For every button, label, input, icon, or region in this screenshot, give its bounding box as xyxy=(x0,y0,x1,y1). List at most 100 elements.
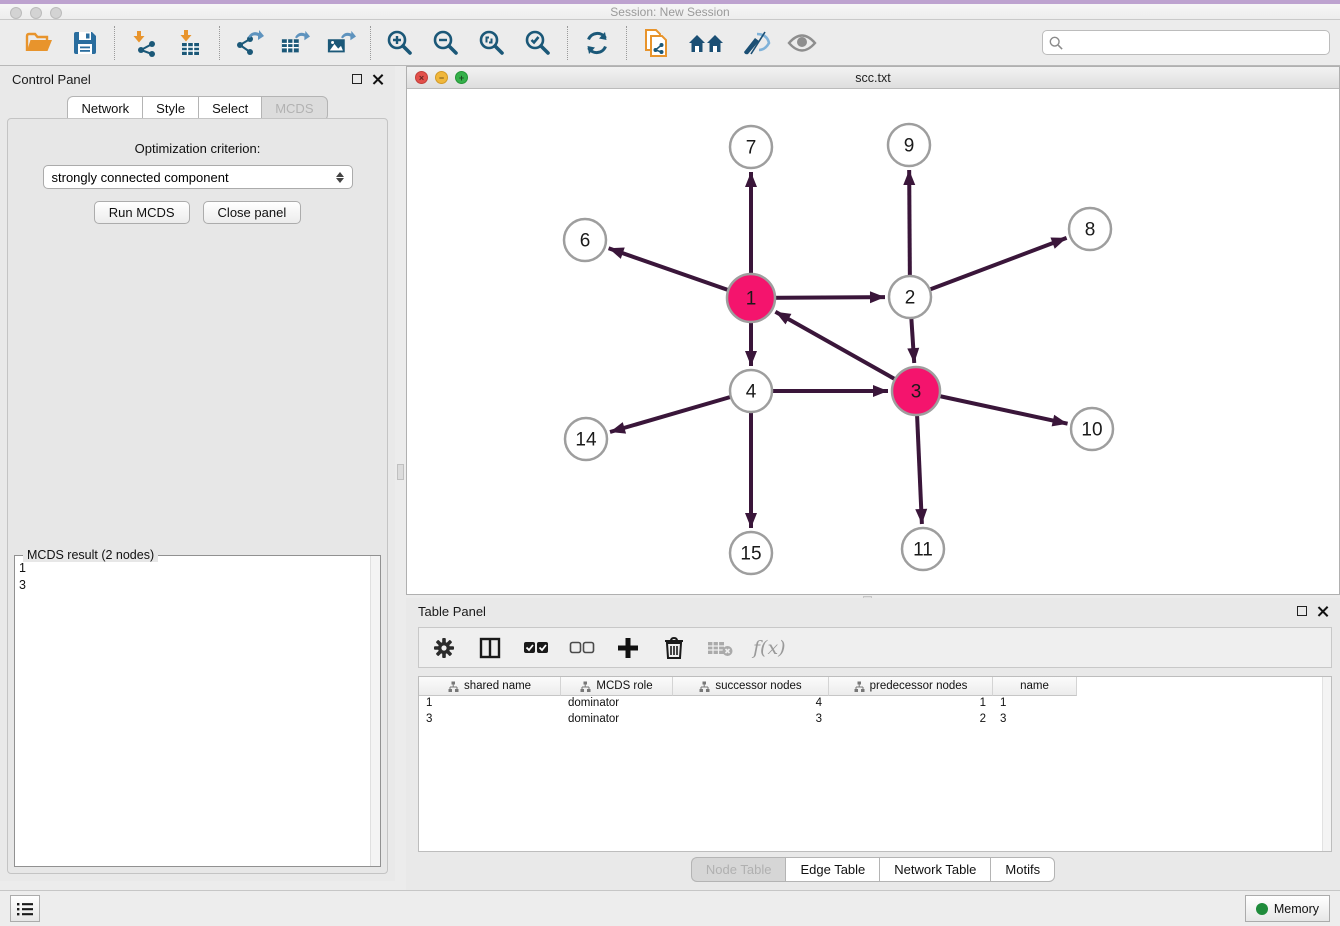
import-network-button[interactable] xyxy=(129,28,159,58)
main-toolbar xyxy=(0,20,1340,66)
hierarchy-icon xyxy=(854,681,865,692)
table-tabs: Node TableEdge TableNetwork TableMotifs xyxy=(406,857,1340,882)
graph-node-1[interactable]: 1 xyxy=(727,274,775,322)
birds-eye-view-button[interactable] xyxy=(787,28,817,58)
svg-text:11: 11 xyxy=(913,540,933,561)
gear-icon xyxy=(433,637,455,659)
table-cell[interactable]: 3 xyxy=(673,712,829,728)
svg-text:14: 14 xyxy=(575,430,597,451)
svg-text:9: 9 xyxy=(904,136,915,157)
svg-text:6: 6 xyxy=(580,231,591,252)
search-input[interactable] xyxy=(1067,36,1323,50)
float-table-panel-icon[interactable] xyxy=(1297,606,1307,616)
table-cell[interactable]: 4 xyxy=(673,696,829,712)
column-header-MCDS-role[interactable]: MCDS role xyxy=(561,677,673,696)
table-cell[interactable]: 1 xyxy=(993,696,1077,712)
select-all-columns-button[interactable] xyxy=(523,635,549,661)
show-graphics-details-button[interactable] xyxy=(741,28,771,58)
export-image-icon xyxy=(326,29,356,57)
tab-motifs[interactable]: Motifs xyxy=(990,857,1055,882)
column-header-predecessor-nodes[interactable]: predecessor nodes xyxy=(829,677,993,696)
table-toolbar: f(x) xyxy=(418,627,1332,668)
network-overview-button[interactable] xyxy=(687,28,725,58)
graph-node-4[interactable]: 4 xyxy=(730,370,772,412)
import-table-icon xyxy=(176,29,204,57)
table-cell[interactable]: dominator xyxy=(561,696,673,712)
panel-splitter[interactable] xyxy=(395,66,406,890)
graph-node-8[interactable]: 8 xyxy=(1069,208,1111,250)
column-header-successor-nodes[interactable]: successor nodes xyxy=(673,677,829,696)
close-panel-button[interactable]: Close panel xyxy=(203,201,302,224)
table-header-row: shared nameMCDS rolesuccessor nodesprede… xyxy=(419,677,1331,696)
network-window-titlebar[interactable]: × − + scc.txt xyxy=(407,67,1339,89)
table-cell[interactable]: 1 xyxy=(419,696,561,712)
table-cell[interactable]: 3 xyxy=(419,712,561,728)
graph-node-9[interactable]: 9 xyxy=(888,124,930,166)
table-cell[interactable]: 1 xyxy=(829,696,993,712)
close-table-panel-icon[interactable] xyxy=(1317,606,1328,617)
zoom-selected-button[interactable] xyxy=(523,28,553,58)
show-panels-menu-button[interactable] xyxy=(10,895,40,922)
network-graph[interactable]: 7 9 6 8 1 2 4 3 14 10 15 11 xyxy=(407,89,1339,594)
close-panel-icon[interactable] xyxy=(372,74,383,85)
tab-network-table[interactable]: Network Table xyxy=(879,857,990,882)
run-mcds-button[interactable]: Run MCDS xyxy=(94,201,190,224)
add-row-button[interactable] xyxy=(615,635,641,661)
table-cell[interactable]: 3 xyxy=(993,712,1077,728)
memory-label: Memory xyxy=(1274,902,1319,916)
graph-node-11[interactable]: 11 xyxy=(902,528,944,570)
delete-row-button[interactable] xyxy=(661,635,687,661)
clone-network-button[interactable] xyxy=(641,28,671,58)
table-cell[interactable]: dominator xyxy=(561,712,673,728)
open-folder-icon xyxy=(25,30,53,56)
column-header-name[interactable]: name xyxy=(993,677,1077,696)
result-scrollbar[interactable] xyxy=(370,556,380,866)
network-canvas[interactable]: 7 9 6 8 1 2 4 3 14 10 15 11 xyxy=(407,89,1339,594)
table-row[interactable]: 1dominator411 xyxy=(419,696,1331,712)
control-panel: Control Panel NetworkStyleSelectMCDS Opt… xyxy=(0,66,395,881)
graphics-details-icon xyxy=(741,30,771,56)
column-header-shared-name[interactable]: shared name xyxy=(419,677,561,696)
table-scrollbar[interactable] xyxy=(1322,677,1331,851)
edge-2-8[interactable] xyxy=(910,238,1067,297)
export-network-button[interactable] xyxy=(234,28,264,58)
eye-icon xyxy=(787,32,817,54)
graph-node-7[interactable]: 7 xyxy=(730,126,772,168)
open-session-button[interactable] xyxy=(24,28,54,58)
save-floppy-icon xyxy=(72,30,98,56)
refresh-view-button[interactable] xyxy=(582,28,612,58)
table-cell[interactable]: 2 xyxy=(829,712,993,728)
splitter-grip[interactable] xyxy=(397,464,404,480)
svg-text:10: 10 xyxy=(1081,420,1102,441)
search-box[interactable] xyxy=(1042,30,1330,55)
table-panel-title: Table Panel xyxy=(418,604,486,619)
memory-button[interactable]: Memory xyxy=(1245,895,1330,922)
import-table-button[interactable] xyxy=(175,28,205,58)
graph-node-14[interactable]: 14 xyxy=(565,418,607,460)
unselect-all-columns-button[interactable] xyxy=(569,635,595,661)
tab-edge-table[interactable]: Edge Table xyxy=(785,857,879,882)
graph-node-3[interactable]: 3 xyxy=(892,367,940,415)
save-session-button[interactable] xyxy=(70,28,100,58)
zoom-fit-button[interactable] xyxy=(477,28,507,58)
graph-node-6[interactable]: 6 xyxy=(564,219,606,261)
memory-status-icon xyxy=(1256,903,1268,915)
unchecked-boxes-icon xyxy=(569,641,595,655)
float-panel-icon[interactable] xyxy=(352,74,362,84)
graph-node-2[interactable]: 2 xyxy=(889,276,931,318)
table-row[interactable]: 3dominator323 xyxy=(419,712,1331,728)
columns-icon xyxy=(478,636,502,660)
table-panel: Table Panel xyxy=(406,598,1340,890)
tab-node-table[interactable]: Node Table xyxy=(691,857,786,882)
mcds-result-text[interactable]: 1 3 xyxy=(19,560,26,594)
show-column-button[interactable] xyxy=(477,635,503,661)
table-settings-button[interactable] xyxy=(431,635,457,661)
graph-node-15[interactable]: 15 xyxy=(730,532,772,574)
export-table-button[interactable] xyxy=(280,28,310,58)
graph-node-10[interactable]: 10 xyxy=(1071,408,1113,450)
zoom-out-button[interactable] xyxy=(431,28,461,58)
export-image-button[interactable] xyxy=(326,28,356,58)
zoom-in-button[interactable] xyxy=(385,28,415,58)
optimization-criterion-select[interactable]: strongly connected component xyxy=(43,165,353,189)
list-icon xyxy=(16,901,34,917)
